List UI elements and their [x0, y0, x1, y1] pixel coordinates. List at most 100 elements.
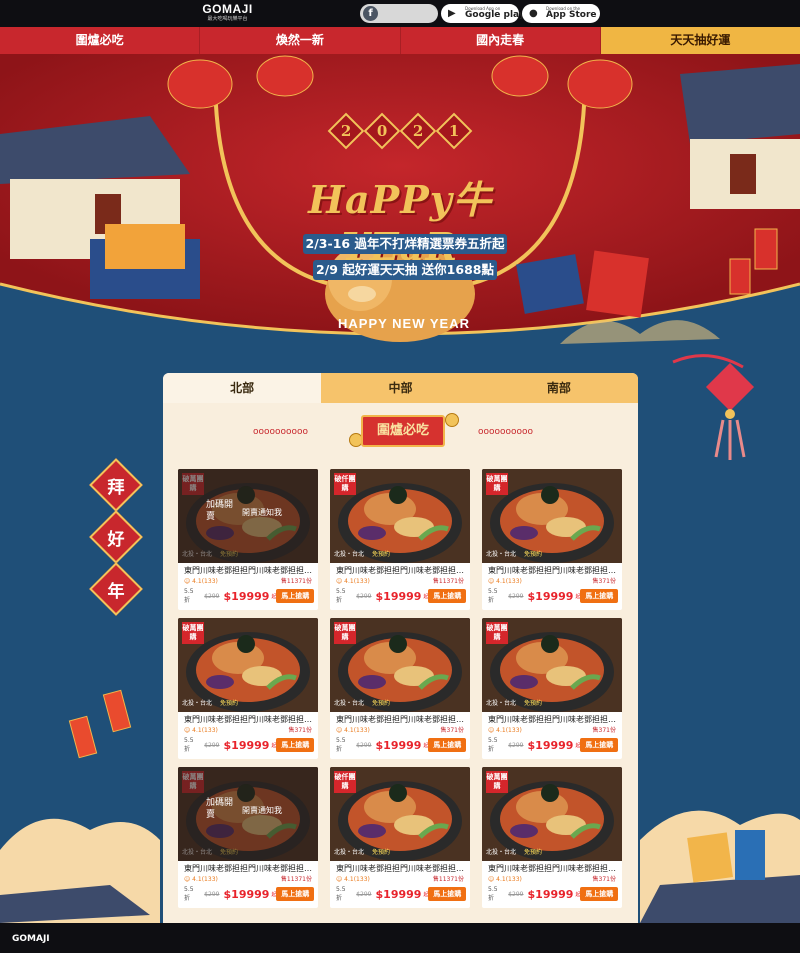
- side-greeting: 拜 好 年: [89, 456, 143, 622]
- product-price-row: 5.5 折 $299 $19999 起 馬上搶購: [482, 586, 622, 604]
- product-title[interactable]: 東門川味老鄧担担門川味老鄧担担門川味老鄧担担門: [178, 563, 318, 577]
- product-image[interactable]: 破仟團購 北投・台北 免預約: [330, 469, 470, 563]
- product-original-price: $299: [508, 592, 524, 600]
- product-discount: 5.5 折: [184, 886, 194, 902]
- banner-title: HaPPy牛YEaR: [308, 177, 492, 269]
- buy-now-button[interactable]: 馬上搶購: [580, 589, 618, 603]
- app-store-button[interactable]: ● Download on the App Store: [522, 4, 600, 23]
- product-price: $19999: [223, 589, 270, 603]
- product-badge: 破萬團購: [486, 473, 508, 495]
- product-image[interactable]: 破萬團購 北投・台北免預約 加碼開賣開賣通知我: [178, 469, 318, 563]
- no-reservation-tag: 免預約: [372, 849, 391, 856]
- presale-overlay[interactable]: 加碼開賣 開賣通知我: [178, 469, 318, 563]
- product-title[interactable]: 東門川味老鄧担担門川味老鄧担担門川味老鄧担担門: [178, 861, 318, 875]
- product-grid: 破萬團購 北投・台北免預約 加碼開賣開賣通知我 東門川味老鄧担担門川味老鄧担担門…: [178, 469, 628, 908]
- product-image[interactable]: 破萬團購 北投・台北 免預約: [482, 469, 622, 563]
- year-digit: 0: [363, 112, 401, 150]
- product-original-price: $299: [508, 890, 524, 898]
- product-original-price: $299: [204, 890, 220, 898]
- product-discount: 5.5 折: [184, 588, 194, 604]
- buy-now-button[interactable]: 馬上搶購: [428, 589, 466, 603]
- product-title[interactable]: 東門川味老鄧担担門川味老鄧担担門川味老鄧担担門: [482, 563, 622, 577]
- buy-now-button[interactable]: 馬上搶購: [428, 887, 466, 901]
- product-image[interactable]: 破萬團購 北投・台北 免預約: [482, 618, 622, 712]
- product-price: $19999: [527, 738, 574, 752]
- product-card[interactable]: 破萬團購 北投・台北免預約 東門川味老鄧担担門川味老鄧担担門川味老鄧担担門 ☺ …: [482, 469, 622, 610]
- overlay-tag: 加碼開賣: [206, 500, 234, 522]
- product-badge: 破萬團購: [486, 771, 508, 793]
- footer-logo[interactable]: GOMAJI: [12, 934, 50, 944]
- product-image[interactable]: 破萬團購 北投・台北 免預約: [178, 618, 318, 712]
- buy-now-button[interactable]: 馬上搶購: [276, 589, 314, 603]
- footer: GOMAJI: [0, 923, 800, 953]
- notify-me-link[interactable]: 開賣通知我: [242, 805, 282, 816]
- product-meta: ☺ 4.1(133) 售11371份: [330, 577, 470, 586]
- product-title[interactable]: 東門川味老鄧担担門川味老鄧担担門川味老鄧担担門: [178, 712, 318, 726]
- product-rating: ☺ 4.1(133): [184, 578, 218, 585]
- product-title[interactable]: 東門川味老鄧担担門川味老鄧担担門川味老鄧担担門: [330, 861, 470, 875]
- product-card[interactable]: 破萬團購 北投・台北免預約 東門川味老鄧担担門川味老鄧担担門川味老鄧担担門 ☺ …: [330, 618, 470, 759]
- product-card[interactable]: 破萬團購 北投・台北免預約 東門川味老鄧担担門川味老鄧担担門川味老鄧担担門 ☺ …: [178, 618, 318, 759]
- nav-tab-travel[interactable]: 國內走春: [400, 27, 601, 54]
- region-tab-central[interactable]: 中部: [321, 373, 480, 403]
- product-meta: ☺ 4.1(133) 售371份: [330, 726, 470, 735]
- product-rating: ☺ 4.1(133): [336, 578, 370, 585]
- product-price: $19999: [375, 887, 422, 901]
- nav-tab-renew[interactable]: 煥然一新: [200, 27, 401, 54]
- location-text: 北投・台北: [334, 849, 365, 856]
- product-card[interactable]: 破萬團購 北投・台北免預約 東門川味老鄧担担門川味老鄧担担門川味老鄧担担門 ☺ …: [482, 618, 622, 759]
- product-image[interactable]: 破萬團購 北投・台北 免預約: [482, 767, 622, 861]
- banner-promo-line-1: 2/3-16 過年不打烊精選票券五折起: [303, 234, 507, 254]
- product-meta: ☺ 4.1(133) 售11371份: [330, 875, 470, 884]
- location-text: 北投・台北: [334, 551, 365, 558]
- product-rating: ☺ 4.1(133): [488, 876, 522, 883]
- product-title[interactable]: 東門川味老鄧担担門川味老鄧担担門川味老鄧担担門: [330, 563, 470, 577]
- google-play-icon: ▶: [448, 8, 456, 19]
- location-text: 北投・台北: [486, 849, 517, 856]
- product-price: $19999: [375, 738, 422, 752]
- product-card[interactable]: 破仟團購 北投・台北免預約 東門川味老鄧担担門川味老鄧担担門川味老鄧担担門 ☺ …: [330, 767, 470, 908]
- product-discount: 5.5 折: [488, 737, 498, 753]
- product-price-row: 5.5 折 $299 $19999 起 馬上搶購: [178, 884, 318, 902]
- product-title[interactable]: 東門川味老鄧担担門川味老鄧担担門川味老鄧担担門: [482, 861, 622, 875]
- year-digit: 2: [399, 112, 437, 150]
- buy-now-button[interactable]: 馬上搶購: [580, 887, 618, 901]
- section-deco-left: oooooooooo: [253, 427, 309, 437]
- hero-banner[interactable]: 2 0 2 1 HaPPy牛YEaR 2/3-16 過年不打烊精選票券五折起 2…: [0, 54, 800, 354]
- google-play-button[interactable]: ▶ Download App on Google play: [441, 4, 525, 23]
- product-image[interactable]: 破仟團購 北投・台北 免預約: [330, 767, 470, 861]
- notify-me-link[interactable]: 開賣通知我: [242, 507, 282, 518]
- product-title[interactable]: 東門川味老鄧担担門川味老鄧担担門川味老鄧担担門: [482, 712, 622, 726]
- product-sold-count: 售11371份: [432, 876, 464, 883]
- buy-now-button[interactable]: 馬上搶購: [276, 887, 314, 901]
- product-sold-count: 售371份: [592, 876, 616, 883]
- product-image[interactable]: 破萬團購 北投・台北 免預約: [330, 618, 470, 712]
- chinese-knot-icon: [672, 354, 755, 460]
- nav-tab-lucky-draw[interactable]: 天天抽好運: [600, 27, 800, 54]
- no-reservation-tag: 免預約: [372, 700, 391, 707]
- buy-now-button[interactable]: 馬上搶購: [580, 738, 618, 752]
- product-card[interactable]: 破萬團購 北投・台北免預約 加碼開賣開賣通知我 東門川味老鄧担担門川味老鄧担担門…: [178, 767, 318, 908]
- product-badge: 破萬團購: [486, 622, 508, 644]
- region-tab-south[interactable]: 南部: [479, 373, 638, 403]
- product-card[interactable]: 破仟團購 北投・台北免預約 東門川味老鄧担担門川味老鄧担担門川味老鄧担担門 ☺ …: [330, 469, 470, 610]
- facebook-button[interactable]: f: [360, 4, 438, 23]
- product-sold-count: 售371份: [592, 727, 616, 734]
- product-card[interactable]: 破萬團購 北投・台北免預約 東門川味老鄧担担門川味老鄧担担門川味老鄧担担門 ☺ …: [482, 767, 622, 908]
- product-rating: ☺ 4.1(133): [184, 727, 218, 734]
- product-title[interactable]: 東門川味老鄧担担門川味老鄧担担門川味老鄧担担門: [330, 712, 470, 726]
- logo-tagline: 最大吃喝玩樂平台: [207, 16, 248, 22]
- nav-tab-weilu[interactable]: 圍爐必吃: [0, 27, 201, 54]
- gomaji-logo[interactable]: GOMAJI 最大吃喝玩樂平台: [200, 2, 255, 23]
- product-discount: 5.5 折: [184, 737, 194, 753]
- app-store-label: App Store: [546, 10, 597, 20]
- buy-now-button[interactable]: 馬上搶購: [276, 738, 314, 752]
- product-card[interactable]: 破萬團購 北投・台北免預約 加碼開賣開賣通知我 東門川味老鄧担担門川味老鄧担担門…: [178, 469, 318, 610]
- buy-now-button[interactable]: 馬上搶購: [428, 738, 466, 752]
- product-image[interactable]: 破萬團購 北投・台北免預約 加碼開賣開賣通知我: [178, 767, 318, 861]
- region-tab-north[interactable]: 北部: [163, 373, 322, 403]
- product-location: 北投・台北免預約: [334, 549, 390, 558]
- presale-overlay[interactable]: 加碼開賣 開賣通知我: [178, 767, 318, 861]
- coin-icon: [445, 413, 459, 427]
- greeting-char: 拜: [89, 458, 143, 512]
